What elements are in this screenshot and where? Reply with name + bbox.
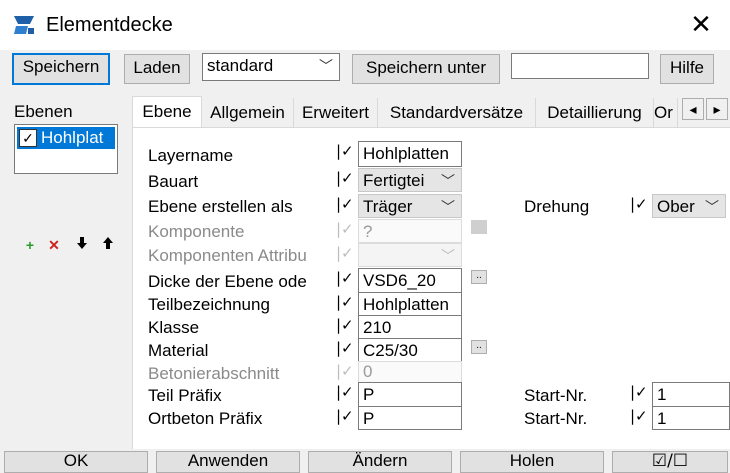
- tab-ebene[interactable]: Ebene: [132, 96, 202, 128]
- teilbez-checkbox[interactable]: |✓: [336, 292, 356, 314]
- bauart-label: Bauart: [148, 172, 199, 191]
- drehung-label: Drehung: [524, 197, 590, 216]
- drehung-value: Ober: [657, 197, 695, 216]
- load-button[interactable]: Laden: [124, 54, 190, 84]
- start-nr-2-input[interactable]: 1: [652, 406, 730, 430]
- save-name-input[interactable]: [511, 53, 649, 79]
- start-nr-2-label: Start-Nr.: [524, 409, 588, 428]
- komp-attr-label: Komponenten Attribu: [148, 246, 307, 265]
- dicke-browse-button[interactable]: ..: [471, 270, 487, 284]
- dicke-label: Dicke der Ebene ode: [148, 272, 307, 291]
- get-button[interactable]: Holen: [460, 451, 604, 473]
- layers-heading: Ebenen: [14, 102, 73, 121]
- klasse-input[interactable]: 210: [358, 315, 462, 339]
- layername-checkbox[interactable]: |✓: [336, 141, 356, 163]
- komp-attr-select: ﹀: [358, 243, 462, 267]
- klasse-checkbox[interactable]: |✓: [336, 315, 356, 337]
- ortbeton-praefix-checkbox[interactable]: |✓: [336, 406, 356, 428]
- material-browse-button[interactable]: ..: [471, 340, 487, 354]
- save-button[interactable]: Speichern: [12, 53, 110, 85]
- layers-list[interactable]: ✓ Hohlplat: [14, 124, 118, 174]
- layername-input[interactable]: Hohlplatten: [358, 141, 462, 167]
- betonier-checkbox: |✓: [336, 362, 354, 380]
- save-as-button[interactable]: Speichern unter: [352, 54, 500, 84]
- tab-detaillierung[interactable]: Detaillierung: [536, 98, 654, 128]
- chevron-down-icon: ﹀: [319, 58, 333, 74]
- close-icon[interactable]: ✕: [688, 10, 714, 38]
- komp-attr-checkbox: |✓: [336, 244, 354, 262]
- teil-praefix-label: Teil Präfix: [148, 386, 222, 405]
- help-button[interactable]: Hilfe: [660, 54, 714, 84]
- klasse-label: Klasse: [148, 318, 200, 337]
- drehung-select[interactable]: Ober ﹀: [652, 194, 726, 218]
- teilbez-label: Teilbezeichnung: [148, 295, 270, 314]
- preset-select[interactable]: standard ﹀: [202, 53, 340, 81]
- dicke-checkbox[interactable]: |✓: [336, 268, 356, 290]
- ok-button[interactable]: OK: [4, 451, 148, 473]
- ebene-als-label: Ebene erstellen als: [148, 197, 293, 216]
- move-down-icon[interactable]: [72, 236, 92, 256]
- modify-button[interactable]: Ändern: [308, 451, 452, 473]
- komponente-checkbox: |✓: [336, 220, 354, 238]
- ortbeton-praefix-label: Ortbeton Präfix: [148, 409, 263, 428]
- chevron-down-icon: ﹀: [441, 199, 455, 215]
- layername-label: Layername: [148, 146, 234, 165]
- delete-layer-icon[interactable]: ✕: [44, 236, 64, 256]
- start-nr-2-checkbox[interactable]: |✓: [630, 406, 650, 428]
- teilbez-input[interactable]: Hohlplatten: [358, 292, 462, 316]
- betonier-label: Betonierabschnitt: [148, 364, 280, 383]
- chevron-down-icon: ﹀: [441, 248, 455, 264]
- tab-scroll-left-icon[interactable]: ◂: [682, 98, 704, 120]
- chevron-down-icon: ﹀: [441, 173, 455, 189]
- window-title: Elementdecke: [46, 14, 173, 36]
- ebene-als-checkbox[interactable]: |✓: [336, 194, 356, 216]
- material-input[interactable]: C25/30: [358, 338, 462, 362]
- material-label: Material: [148, 341, 209, 360]
- material-checkbox[interactable]: |✓: [336, 338, 356, 360]
- move-up-icon[interactable]: [98, 236, 118, 256]
- komponente-browse-button: [471, 220, 487, 234]
- tab-allgemein[interactable]: Allgemein: [202, 98, 294, 128]
- start-nr-1-checkbox[interactable]: |✓: [630, 382, 650, 404]
- app-icon: [14, 16, 34, 34]
- chevron-down-icon: ﹀: [705, 199, 719, 215]
- layer-checkbox[interactable]: ✓: [19, 129, 37, 147]
- betonier-input: 0: [358, 361, 462, 383]
- teil-praefix-checkbox[interactable]: |✓: [336, 382, 356, 404]
- start-nr-1-input[interactable]: 1: [652, 382, 730, 408]
- teil-praefix-input[interactable]: P: [358, 382, 462, 408]
- preset-value: standard: [207, 56, 274, 75]
- apply-button[interactable]: Anwenden: [156, 451, 300, 473]
- drehung-checkbox[interactable]: |✓: [630, 194, 650, 216]
- dicke-input[interactable]: VSD6_20: [358, 268, 462, 294]
- ortbeton-praefix-input[interactable]: P: [358, 406, 462, 430]
- toggle-all-button[interactable]: ☑/☐: [612, 451, 728, 473]
- tab-scroll-right-icon[interactable]: ▸: [706, 98, 728, 120]
- komponente-label: Komponente: [148, 222, 245, 241]
- ebene-als-select[interactable]: Träger ﹀: [358, 194, 462, 218]
- layer-label: Hohlplat: [41, 128, 104, 147]
- komponente-input: ?: [358, 219, 462, 243]
- start-nr-1-label: Start-Nr.: [524, 386, 588, 405]
- bauart-checkbox[interactable]: |✓: [336, 168, 356, 190]
- bauart-value: Fertigtei: [363, 171, 425, 190]
- tab-standardversaetze[interactable]: Standardversätze: [378, 98, 536, 128]
- bauart-select[interactable]: Fertigtei ﹀: [358, 168, 462, 192]
- tab-erweitert[interactable]: Erweitert: [294, 98, 378, 128]
- ebene-als-value: Träger: [363, 197, 413, 216]
- add-layer-icon[interactable]: +: [20, 236, 40, 256]
- tab-or[interactable]: Or: [654, 98, 678, 128]
